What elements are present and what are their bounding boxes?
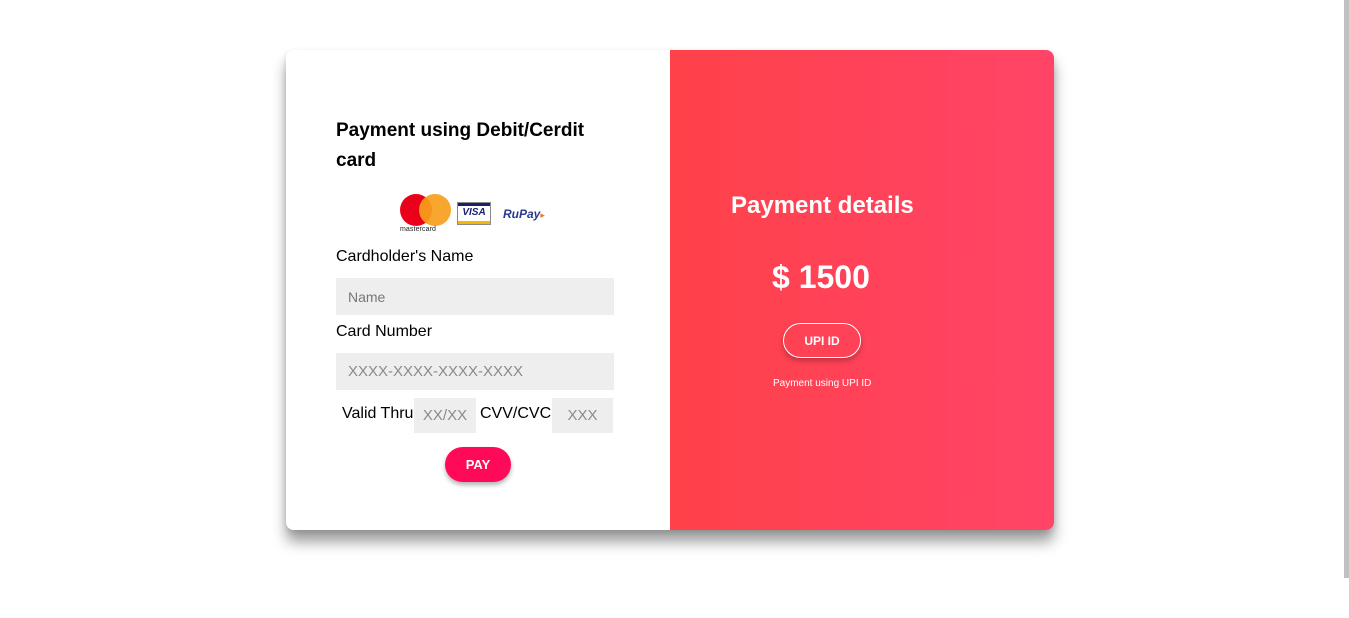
payment-card: Payment using Debit/Cerdit card masterca… bbox=[286, 50, 1054, 530]
valid-thru-input[interactable] bbox=[414, 398, 476, 433]
rupay-logo-icon: RuPay▸ bbox=[503, 207, 545, 221]
card-brand-logos: mastercard VISA RuPay▸ bbox=[399, 194, 559, 236]
cvv-label: CVV/CVC bbox=[480, 405, 552, 422]
card-number-label: Card Number bbox=[336, 323, 433, 340]
valid-thru-label: Valid Thru bbox=[342, 405, 414, 422]
card-payment-title: Payment using Debit/Cerdit card bbox=[336, 120, 585, 171]
cardholder-name-input[interactable] bbox=[336, 278, 614, 315]
upi-id-button[interactable]: UPI ID bbox=[783, 323, 861, 358]
visa-logo-icon: VISA bbox=[457, 202, 491, 225]
payment-details-title: Payment details bbox=[731, 192, 914, 219]
upi-payment-note: Payment using UPI ID bbox=[773, 378, 872, 389]
card-payment-panel: Payment using Debit/Cerdit card masterca… bbox=[286, 50, 670, 530]
cvv-input[interactable] bbox=[552, 398, 613, 433]
pay-button[interactable]: PAY bbox=[445, 447, 511, 482]
cardholder-name-label: Cardholder's Name bbox=[336, 248, 474, 265]
mastercard-logo-icon: mastercard bbox=[399, 194, 453, 236]
card-number-input[interactable] bbox=[336, 353, 614, 390]
page-scrollbar[interactable] bbox=[1344, 0, 1349, 578]
payment-amount: $ 1500 bbox=[772, 259, 870, 295]
payment-details-panel: Payment details $ 1500 UPI ID Payment us… bbox=[670, 50, 1054, 530]
